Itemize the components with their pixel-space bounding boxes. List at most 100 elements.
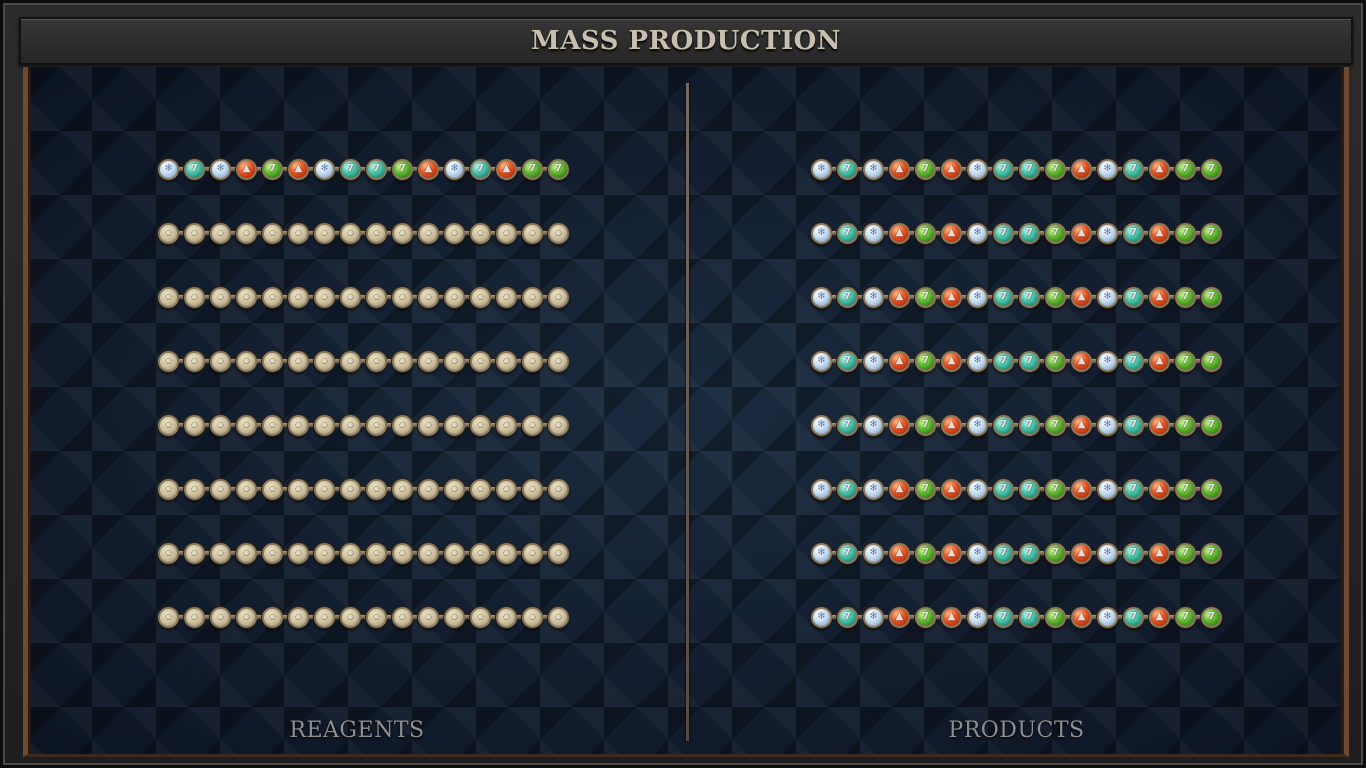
frost-rune-icon[interactable]: ❄ bbox=[967, 222, 988, 244]
air-rune-icon[interactable]: 7 bbox=[993, 350, 1014, 372]
empty-slot-icon[interactable]: ○ bbox=[262, 286, 283, 308]
air-rune-icon[interactable]: 7 bbox=[1019, 350, 1040, 372]
air-rune-icon[interactable]: 7 bbox=[1019, 606, 1040, 628]
product-chain-row[interactable]: ❄ 7 ❄ ▲ 7 ▲ ❄ 7 7 7 ▲ ❄ 7 ▲ 7 7 bbox=[811, 539, 1222, 567]
frost-rune-icon[interactable]: ❄ bbox=[811, 542, 832, 564]
air-rune-icon[interactable]: 7 bbox=[340, 158, 361, 180]
reagent-chain-row[interactable]: ○ ○ ○ ○ ○ ○ ○ ○ ○ ○ ○ ○ ○ ○ ○ ○ bbox=[158, 283, 569, 311]
product-chain-row[interactable]: ❄ 7 ❄ ▲ 7 ▲ ❄ 7 7 7 ▲ ❄ 7 ▲ 7 7 bbox=[811, 475, 1222, 503]
empty-slot-icon[interactable]: ○ bbox=[418, 478, 439, 500]
fire-rune-icon[interactable]: ▲ bbox=[496, 158, 517, 180]
empty-slot-icon[interactable]: ○ bbox=[548, 222, 569, 244]
empty-slot-icon[interactable]: ○ bbox=[262, 606, 283, 628]
air-rune-icon[interactable]: 7 bbox=[837, 478, 858, 500]
empty-slot-icon[interactable]: ○ bbox=[262, 478, 283, 500]
empty-slot-icon[interactable]: ○ bbox=[210, 542, 231, 564]
earth-rune-icon[interactable]: 7 bbox=[1175, 478, 1196, 500]
earth-rune-icon[interactable]: 7 bbox=[1045, 478, 1066, 500]
empty-slot-icon[interactable]: ○ bbox=[418, 286, 439, 308]
empty-slot-icon[interactable]: ○ bbox=[470, 222, 491, 244]
frost-rune-icon[interactable]: ❄ bbox=[1097, 478, 1118, 500]
empty-slot-icon[interactable]: ○ bbox=[366, 606, 387, 628]
empty-slot-icon[interactable]: ○ bbox=[392, 414, 413, 436]
fire-rune-icon[interactable]: ▲ bbox=[889, 414, 910, 436]
earth-rune-icon[interactable]: 7 bbox=[1201, 286, 1222, 308]
air-rune-icon[interactable]: 7 bbox=[837, 286, 858, 308]
empty-slot-icon[interactable]: ○ bbox=[158, 222, 179, 244]
product-chain-row[interactable]: ❄ 7 ❄ ▲ 7 ▲ ❄ 7 7 7 ▲ ❄ 7 ▲ 7 7 bbox=[811, 603, 1222, 631]
earth-rune-icon[interactable]: 7 bbox=[1045, 542, 1066, 564]
empty-slot-icon[interactable]: ○ bbox=[548, 286, 569, 308]
empty-slot-icon[interactable]: ○ bbox=[366, 222, 387, 244]
fire-rune-icon[interactable]: ▲ bbox=[1149, 414, 1170, 436]
empty-slot-icon[interactable]: ○ bbox=[340, 542, 361, 564]
fire-rune-icon[interactable]: ▲ bbox=[1149, 158, 1170, 180]
empty-slot-icon[interactable]: ○ bbox=[496, 478, 517, 500]
fire-rune-icon[interactable]: ▲ bbox=[889, 606, 910, 628]
empty-slot-icon[interactable]: ○ bbox=[340, 350, 361, 372]
empty-slot-icon[interactable]: ○ bbox=[522, 286, 543, 308]
frost-rune-icon[interactable]: ❄ bbox=[967, 542, 988, 564]
empty-slot-icon[interactable]: ○ bbox=[184, 478, 205, 500]
empty-slot-icon[interactable]: ○ bbox=[340, 478, 361, 500]
fire-rune-icon[interactable]: ▲ bbox=[1071, 158, 1092, 180]
frost-rune-icon[interactable]: ❄ bbox=[210, 158, 231, 180]
earth-rune-icon[interactable]: 7 bbox=[1175, 158, 1196, 180]
air-rune-icon[interactable]: 7 bbox=[1019, 414, 1040, 436]
empty-slot-icon[interactable]: ○ bbox=[496, 350, 517, 372]
fire-rune-icon[interactable]: ▲ bbox=[1071, 542, 1092, 564]
air-rune-icon[interactable]: 7 bbox=[837, 350, 858, 372]
empty-slot-icon[interactable]: ○ bbox=[366, 414, 387, 436]
fire-rune-icon[interactable]: ▲ bbox=[941, 350, 962, 372]
reagent-chain-row[interactable]: ○ ○ ○ ○ ○ ○ ○ ○ ○ ○ ○ ○ ○ ○ ○ ○ bbox=[158, 603, 569, 631]
frost-rune-icon[interactable]: ❄ bbox=[967, 414, 988, 436]
empty-slot-icon[interactable]: ○ bbox=[340, 222, 361, 244]
reagent-chain-row[interactable]: ❄ 7 ❄ ▲ 7 ▲ ❄ 7 7 7 ▲ ❄ 7 ▲ 7 7 bbox=[158, 155, 569, 183]
air-rune-icon[interactable]: 7 bbox=[837, 158, 858, 180]
empty-slot-icon[interactable]: ○ bbox=[288, 478, 309, 500]
empty-slot-icon[interactable]: ○ bbox=[314, 350, 335, 372]
earth-rune-icon[interactable]: 7 bbox=[1175, 542, 1196, 564]
frost-rune-icon[interactable]: ❄ bbox=[1097, 286, 1118, 308]
fire-rune-icon[interactable]: ▲ bbox=[1149, 286, 1170, 308]
frost-rune-icon[interactable]: ❄ bbox=[811, 158, 832, 180]
fire-rune-icon[interactable]: ▲ bbox=[941, 286, 962, 308]
empty-slot-icon[interactable]: ○ bbox=[548, 414, 569, 436]
air-rune-icon[interactable]: 7 bbox=[993, 478, 1014, 500]
empty-slot-icon[interactable]: ○ bbox=[210, 414, 231, 436]
fire-rune-icon[interactable]: ▲ bbox=[1149, 606, 1170, 628]
empty-slot-icon[interactable]: ○ bbox=[548, 350, 569, 372]
earth-rune-icon[interactable]: 7 bbox=[1175, 286, 1196, 308]
earth-rune-icon[interactable]: 7 bbox=[1201, 414, 1222, 436]
empty-slot-icon[interactable]: ○ bbox=[288, 222, 309, 244]
empty-slot-icon[interactable]: ○ bbox=[444, 350, 465, 372]
fire-rune-icon[interactable]: ▲ bbox=[1071, 350, 1092, 372]
reagent-chain-row[interactable]: ○ ○ ○ ○ ○ ○ ○ ○ ○ ○ ○ ○ ○ ○ ○ ○ bbox=[158, 411, 569, 439]
reagent-chain-row[interactable]: ○ ○ ○ ○ ○ ○ ○ ○ ○ ○ ○ ○ ○ ○ ○ ○ bbox=[158, 539, 569, 567]
fire-rune-icon[interactable]: ▲ bbox=[941, 414, 962, 436]
empty-slot-icon[interactable]: ○ bbox=[366, 542, 387, 564]
fire-rune-icon[interactable]: ▲ bbox=[236, 158, 257, 180]
frost-rune-icon[interactable]: ❄ bbox=[863, 606, 884, 628]
empty-slot-icon[interactable]: ○ bbox=[288, 350, 309, 372]
earth-rune-icon[interactable]: 7 bbox=[1175, 606, 1196, 628]
frost-rune-icon[interactable]: ❄ bbox=[863, 286, 884, 308]
frost-rune-icon[interactable]: ❄ bbox=[1097, 542, 1118, 564]
empty-slot-icon[interactable]: ○ bbox=[522, 606, 543, 628]
earth-rune-icon[interactable]: 7 bbox=[915, 478, 936, 500]
frost-rune-icon[interactable]: ❄ bbox=[811, 606, 832, 628]
empty-slot-icon[interactable]: ○ bbox=[340, 606, 361, 628]
air-rune-icon[interactable]: 7 bbox=[1019, 542, 1040, 564]
air-rune-icon[interactable]: 7 bbox=[1123, 414, 1144, 436]
air-rune-icon[interactable]: 7 bbox=[1123, 606, 1144, 628]
frost-rune-icon[interactable]: ❄ bbox=[863, 414, 884, 436]
empty-slot-icon[interactable]: ○ bbox=[236, 542, 257, 564]
fire-rune-icon[interactable]: ▲ bbox=[941, 222, 962, 244]
frost-rune-icon[interactable]: ❄ bbox=[1097, 350, 1118, 372]
empty-slot-icon[interactable]: ○ bbox=[158, 478, 179, 500]
empty-slot-icon[interactable]: ○ bbox=[366, 286, 387, 308]
earth-rune-icon[interactable]: 7 bbox=[915, 606, 936, 628]
fire-rune-icon[interactable]: ▲ bbox=[1071, 606, 1092, 628]
earth-rune-icon[interactable]: 7 bbox=[1201, 542, 1222, 564]
earth-rune-icon[interactable]: 7 bbox=[915, 414, 936, 436]
